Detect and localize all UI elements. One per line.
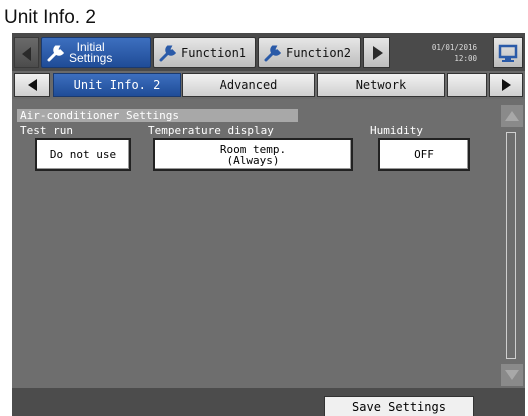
wrench-icon: [264, 45, 282, 61]
date-time-display: 01/01/2016 12:00: [397, 42, 477, 64]
controller-screen: Initial Settings Function1 Function2 01/…: [12, 33, 525, 416]
tab-function1[interactable]: Function1: [153, 37, 256, 68]
scroll-down-button[interactable]: [501, 364, 523, 386]
scroll-track[interactable]: [506, 132, 516, 359]
page-title: Unit Info. 2: [4, 7, 96, 28]
temperature-display-label: Temperature display: [148, 124, 274, 137]
tab-network-label: Network: [355, 78, 407, 92]
humidity-button[interactable]: OFF: [378, 138, 470, 171]
tab-function2[interactable]: Function2: [258, 37, 361, 68]
right-arrow-icon: [501, 79, 511, 91]
save-settings-button[interactable]: Save Settings: [324, 396, 474, 416]
humidity-label: Humidity: [370, 124, 423, 137]
save-settings-label: Save Settings: [352, 400, 446, 414]
scroll-up-button[interactable]: [501, 105, 523, 127]
temperature-display-value-2: (Always): [226, 153, 280, 167]
tab-unit-info-2[interactable]: Unit Info. 2: [53, 73, 181, 97]
tab-function1-label: Function1: [181, 45, 247, 60]
scrollbar[interactable]: [501, 105, 523, 386]
tab-scroll-left-button[interactable]: [14, 37, 39, 68]
footer-bar: Save Settings: [12, 388, 525, 416]
top-tab-bar: Initial Settings Function1 Function2 01/…: [12, 33, 525, 71]
sub-tab-scroll-right-button[interactable]: [489, 73, 523, 97]
monitor-button[interactable]: [493, 37, 523, 68]
tab-blank[interactable]: [447, 73, 487, 97]
left-arrow-icon: [22, 47, 31, 61]
tab-network[interactable]: Network: [317, 73, 445, 97]
temperature-display-value-1: Room temp.: [219, 142, 287, 156]
tab-initial-settings[interactable]: Initial Settings: [41, 37, 151, 68]
wrench-icon: [159, 45, 177, 61]
wrench-icon: [47, 45, 65, 61]
test-run-button[interactable]: Do not use: [35, 138, 131, 171]
tab-scroll-right-button[interactable]: [363, 37, 390, 68]
humidity-value: OFF: [414, 148, 434, 161]
date-text: 01/01/2016: [431, 43, 477, 52]
tab-function2-label: Function2: [286, 45, 352, 60]
down-arrow-icon: [505, 370, 519, 380]
tab-unit-info-2-label: Unit Info. 2: [73, 78, 161, 92]
left-arrow-icon: [27, 79, 37, 91]
up-arrow-icon: [505, 111, 519, 121]
test-run-label: Test run: [20, 124, 73, 137]
sub-tab-scroll-left-button[interactable]: [14, 73, 50, 97]
tab-advanced-label: Advanced: [219, 78, 278, 92]
right-arrow-icon: [373, 46, 383, 60]
test-run-value: Do not use: [49, 148, 117, 161]
tab-advanced[interactable]: Advanced: [182, 73, 315, 97]
settings-panel: Air-conditioner Settings Test run Temper…: [12, 99, 525, 388]
sub-tab-bar: Unit Info. 2 Advanced Network: [12, 71, 525, 99]
time-text: 12:00: [454, 54, 477, 63]
tab-initial-settings-label-2: Settings: [69, 50, 113, 65]
monitor-icon: [498, 44, 518, 62]
temperature-display-button[interactable]: Room temp. (Always): [153, 138, 353, 171]
section-header: Air-conditioner Settings: [17, 109, 298, 122]
